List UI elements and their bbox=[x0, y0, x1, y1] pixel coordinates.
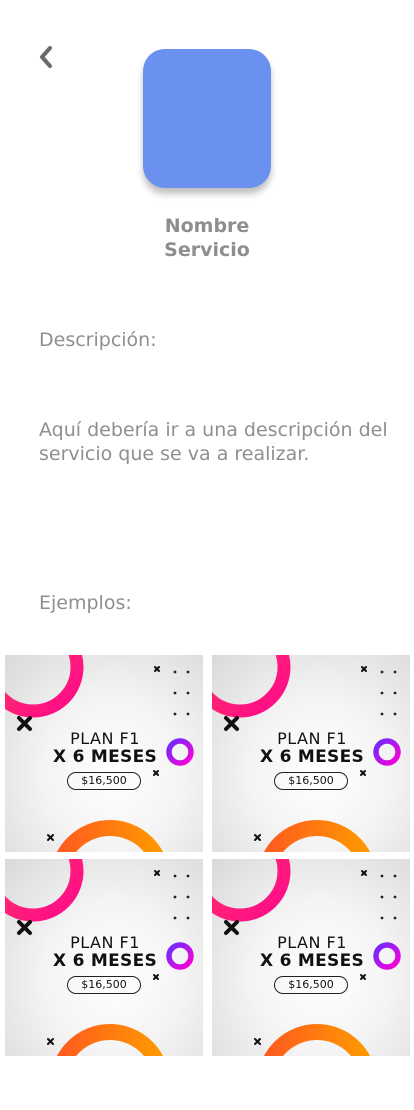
description-label: Descripción: bbox=[39, 329, 157, 351]
service-logo bbox=[143, 49, 271, 188]
service-name-line1: Nombre bbox=[164, 215, 250, 237]
plan-duration: X 6 MESES bbox=[259, 951, 365, 971]
plan-title: PLAN F1 bbox=[70, 933, 140, 952]
plan-duration: X 6 MESES bbox=[259, 747, 365, 767]
example-image[interactable]: PLAN F1 X 6 MESES $16,500 bbox=[212, 859, 410, 1056]
plan-duration: X 6 MESES bbox=[52, 951, 158, 971]
chevron-left-icon bbox=[40, 46, 52, 68]
plan-duration: X 6 MESES bbox=[52, 747, 158, 767]
examples-label: Ejemplos: bbox=[39, 592, 132, 614]
example-image[interactable]: PLAN F1 X 6 MESES $16,500 bbox=[5, 859, 203, 1056]
plan-title: PLAN F1 bbox=[70, 729, 140, 748]
back-button[interactable] bbox=[30, 40, 62, 74]
plan-title: PLAN F1 bbox=[277, 933, 347, 952]
price-badge: $16,500 bbox=[274, 976, 348, 994]
price-badge: $16,500 bbox=[67, 772, 141, 790]
examples-grid: PLAN F1 X 6 MESES $16,500 PLAN F1 X 6 ME… bbox=[5, 655, 410, 1056]
example-image[interactable]: PLAN F1 X 6 MESES $16,500 bbox=[5, 655, 203, 852]
price-badge: $16,500 bbox=[67, 976, 141, 994]
example-image[interactable]: PLAN F1 X 6 MESES $16,500 bbox=[212, 655, 410, 852]
service-name-line2: Servicio bbox=[164, 239, 250, 261]
service-name: Nombre Servicio bbox=[0, 214, 414, 262]
plan-title: PLAN F1 bbox=[277, 729, 347, 748]
price-badge: $16,500 bbox=[274, 772, 348, 790]
description-text: Aquí debería ir a una descripción del se… bbox=[39, 419, 388, 465]
